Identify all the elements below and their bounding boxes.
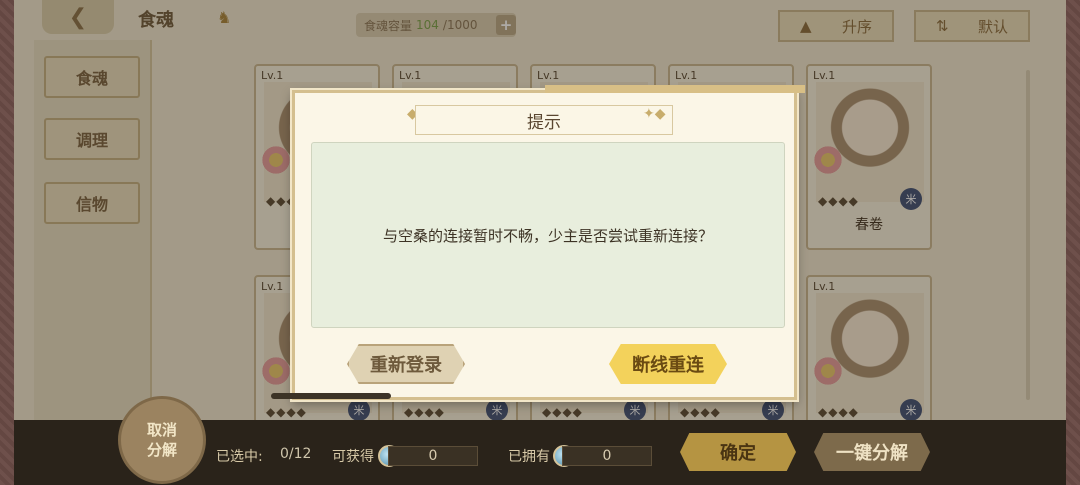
confirm-button[interactable]: 确定	[680, 433, 796, 471]
cancel-decompose-line2: 分解	[146, 441, 177, 459]
cancel-decompose-line1: 取消	[146, 421, 177, 439]
dialog-bottom-decoration	[271, 393, 391, 399]
selected-value: 0/12	[280, 446, 312, 462]
cancel-decompose-button[interactable]: 取消 分解	[118, 396, 206, 484]
obtainable-label: 可获得	[332, 449, 374, 465]
owned-label: 已拥有	[508, 449, 550, 465]
dialog-message-box: 与空桑的连接暂时不畅，少主是否尝试重新连接？	[311, 142, 785, 328]
obtainable-value: 0	[388, 446, 478, 466]
game-screen: ❮ 食魂 ♞ 食魂容量 104/1000 + ▲ 升序 ⇅ 默认 食魂 调理 信…	[0, 0, 1080, 485]
owned-value: 0	[562, 446, 652, 466]
selected-label: 已选中:	[216, 449, 263, 465]
relogin-button[interactable]: 重新登录	[347, 344, 465, 384]
dialog-title: 提示	[415, 105, 673, 135]
reconnect-dialog: ◆✦ 提示 ✦◆ 与空桑的连接暂时不畅，少主是否尝试重新连接？ 重新登录 断线重…	[271, 85, 805, 400]
one-click-decompose-button[interactable]: 一键分解	[814, 433, 930, 471]
ornament-icon: ✦◆	[643, 106, 666, 122]
dialog-message: 与空桑的连接暂时不畅，少主是否尝试重新连接？	[382, 226, 713, 245]
reconnect-button[interactable]: 断线重连	[609, 344, 727, 384]
dialog-top-decoration	[545, 85, 805, 93]
